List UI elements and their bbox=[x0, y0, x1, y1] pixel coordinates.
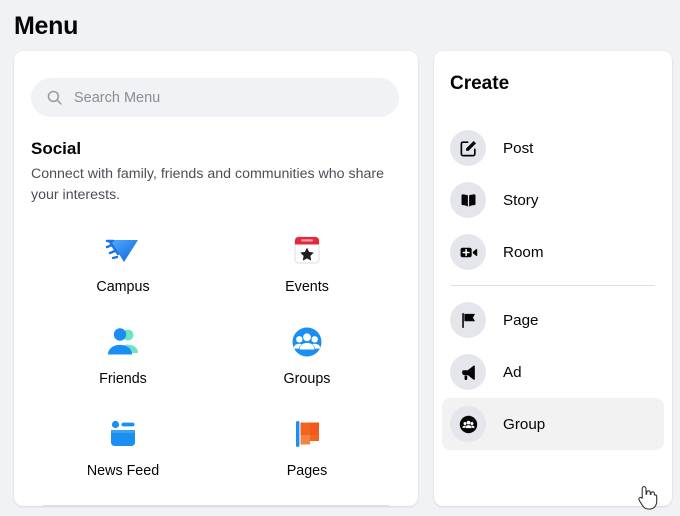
grid-item-campus[interactable]: Campus bbox=[31, 228, 215, 295]
create-item-label: Page bbox=[503, 311, 539, 329]
social-icon-grid: Campus Events Friends Groups News Feed P… bbox=[31, 228, 399, 479]
group-people-icon bbox=[450, 406, 486, 442]
edit-square-icon bbox=[450, 130, 486, 166]
grid-item-events[interactable]: Events bbox=[215, 228, 399, 295]
book-icon bbox=[450, 182, 486, 218]
create-item-group[interactable]: Group bbox=[442, 398, 664, 450]
menu-card: Search Menu Social Connect with family, … bbox=[14, 51, 418, 506]
flag-icon bbox=[450, 302, 486, 338]
create-items-list: Post Story Room Page Ad Group bbox=[442, 122, 664, 450]
create-item-label: Group bbox=[503, 415, 546, 433]
create-item-label: Room bbox=[503, 243, 544, 261]
create-item-story[interactable]: Story bbox=[442, 174, 664, 226]
events-icon bbox=[285, 228, 329, 272]
create-item-ad[interactable]: Ad bbox=[442, 346, 664, 398]
news-feed-icon bbox=[101, 412, 145, 456]
grid-item-label: Pages bbox=[286, 463, 328, 479]
campus-icon bbox=[101, 228, 145, 272]
grid-item-pages[interactable]: Pages bbox=[215, 412, 399, 479]
create-panel-divider bbox=[451, 285, 655, 286]
create-panel-title: Create bbox=[450, 73, 510, 94]
create-panel: Create Post Story Room Page Ad Group bbox=[434, 51, 672, 506]
megaphone-icon bbox=[450, 354, 486, 390]
create-item-post[interactable]: Post bbox=[442, 122, 664, 174]
grid-item-groups[interactable]: Groups bbox=[215, 320, 399, 387]
grid-item-label: Groups bbox=[283, 371, 331, 387]
create-item-room[interactable]: Room bbox=[442, 226, 664, 278]
create-item-label: Post bbox=[503, 139, 534, 157]
grid-item-label: Events bbox=[285, 279, 329, 295]
grid-item-news-feed[interactable]: News Feed bbox=[31, 412, 215, 479]
section-divider bbox=[43, 505, 389, 506]
groups-icon bbox=[285, 320, 329, 364]
social-section-description: Connect with family, friends and communi… bbox=[31, 166, 385, 203]
create-item-label: Ad bbox=[503, 363, 522, 381]
friends-icon bbox=[101, 320, 145, 364]
menu-page: Menu Search Menu Social Connect with fam… bbox=[0, 0, 680, 516]
search-icon bbox=[46, 89, 63, 106]
social-section-title: Social bbox=[31, 139, 82, 158]
search-input[interactable]: Search Menu bbox=[31, 78, 399, 117]
create-item-page[interactable]: Page bbox=[442, 294, 664, 346]
page-title: Menu bbox=[14, 12, 79, 40]
create-item-label: Story bbox=[503, 191, 539, 209]
video-plus-icon bbox=[450, 234, 486, 270]
grid-item-label: News Feed bbox=[86, 463, 160, 479]
pages-icon bbox=[285, 412, 329, 456]
search-placeholder: Search Menu bbox=[74, 89, 161, 106]
grid-item-label: Friends bbox=[99, 371, 147, 387]
grid-item-friends[interactable]: Friends bbox=[31, 320, 215, 387]
grid-item-label: Campus bbox=[96, 279, 150, 295]
